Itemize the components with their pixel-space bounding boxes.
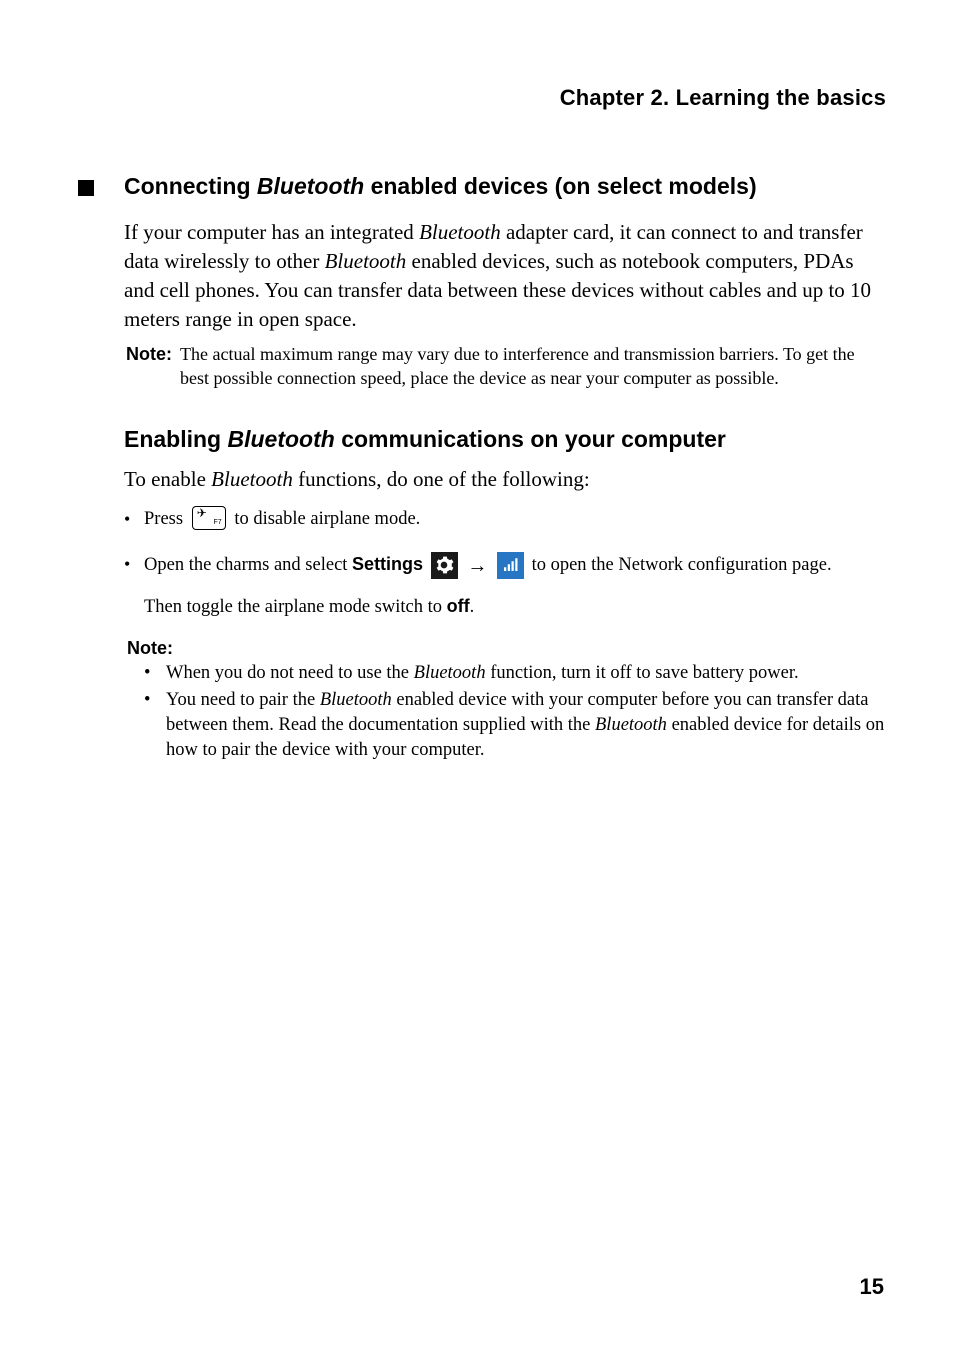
subheading: Enabling Bluetooth communications on you… [124, 426, 886, 453]
note2-1-pre: When you do not need to use the [166, 663, 414, 683]
square-bullet-icon [78, 180, 94, 196]
note2-1-em: Bluetooth [414, 663, 486, 683]
bullet2-pre: Open the charms and select [144, 555, 352, 575]
arrow-icon: → [467, 555, 487, 577]
bars-svg [501, 556, 519, 574]
chapter-title: Chapter 2. Learning the basics [68, 85, 886, 111]
lead-em: Bluetooth [211, 467, 293, 491]
bullet-2: Open the charms and select Settings → [124, 551, 886, 620]
note2-2-pre: You need to pair the [166, 690, 320, 710]
intro-seg1: If your computer has an integrated [124, 220, 419, 244]
section-heading-row: Connecting Bluetooth enabled devices (on… [78, 173, 886, 200]
page: Chapter 2. Learning the basics Connectin… [0, 0, 954, 1352]
intro-em2: Bluetooth [325, 249, 407, 273]
section-title: Connecting Bluetooth enabled devices (on… [124, 173, 757, 200]
note2-2-em1: Bluetooth [320, 690, 392, 710]
body-indent: If your computer has an integrated Bluet… [124, 218, 886, 763]
section-title-post: enabled devices (on select models) [364, 173, 756, 199]
note-block-1: Note: The actual maximum range may vary … [126, 342, 876, 391]
bullet2-bold: Settings [352, 554, 423, 574]
bullet-1: Press to disable airplane mode. [124, 506, 886, 533]
bullet2-then-post: . [470, 597, 475, 617]
bullet1-post: to disable airplane mode. [230, 509, 421, 529]
note-block-2: Note: When you do not need to use the Bl… [124, 638, 886, 763]
bullet2-post: to open the Network configuration page. [532, 555, 832, 575]
note2-2-em2: Bluetooth [595, 715, 667, 735]
lead-seg1: To enable [124, 467, 211, 491]
lead-seg2: functions, do one of the following: [293, 467, 590, 491]
note-label-1: Note: [126, 342, 172, 391]
lead-line: To enable Bluetooth functions, do one of… [124, 465, 886, 494]
bullet2-then-bold: off [447, 596, 470, 616]
bullet1-pre: Press [144, 509, 188, 529]
section-title-em: Bluetooth [257, 173, 364, 199]
airplane-key-icon [192, 506, 226, 530]
bullet2-then-pre: Then toggle the airplane mode switch to [144, 597, 447, 617]
note-label-2: Note: [127, 638, 886, 659]
intro-paragraph: If your computer has an integrated Bluet… [124, 218, 886, 334]
subheading-post: communications on your computer [335, 426, 726, 452]
page-number: 15 [860, 1274, 884, 1300]
note2-item-1: When you do not need to use the Bluetoot… [144, 661, 886, 686]
subheading-em: Bluetooth [228, 426, 335, 452]
note2-list: When you do not need to use the Bluetoot… [144, 661, 886, 763]
bullet-list: Press to disable airplane mode. Open the… [124, 506, 886, 620]
network-bars-icon [497, 552, 524, 579]
gear-svg [434, 555, 454, 575]
bullet2-then: Then toggle the airplane mode switch to … [144, 593, 886, 621]
settings-gear-icon [431, 552, 458, 579]
note2-item-2: You need to pair the Bluetooth enabled d… [144, 688, 886, 763]
intro-em1: Bluetooth [419, 220, 501, 244]
note2-1-post: function, turn it off to save battery po… [486, 663, 799, 683]
note-text-1: The actual maximum range may vary due to… [180, 342, 876, 391]
section-title-pre: Connecting [124, 173, 257, 199]
subheading-pre: Enabling [124, 426, 228, 452]
